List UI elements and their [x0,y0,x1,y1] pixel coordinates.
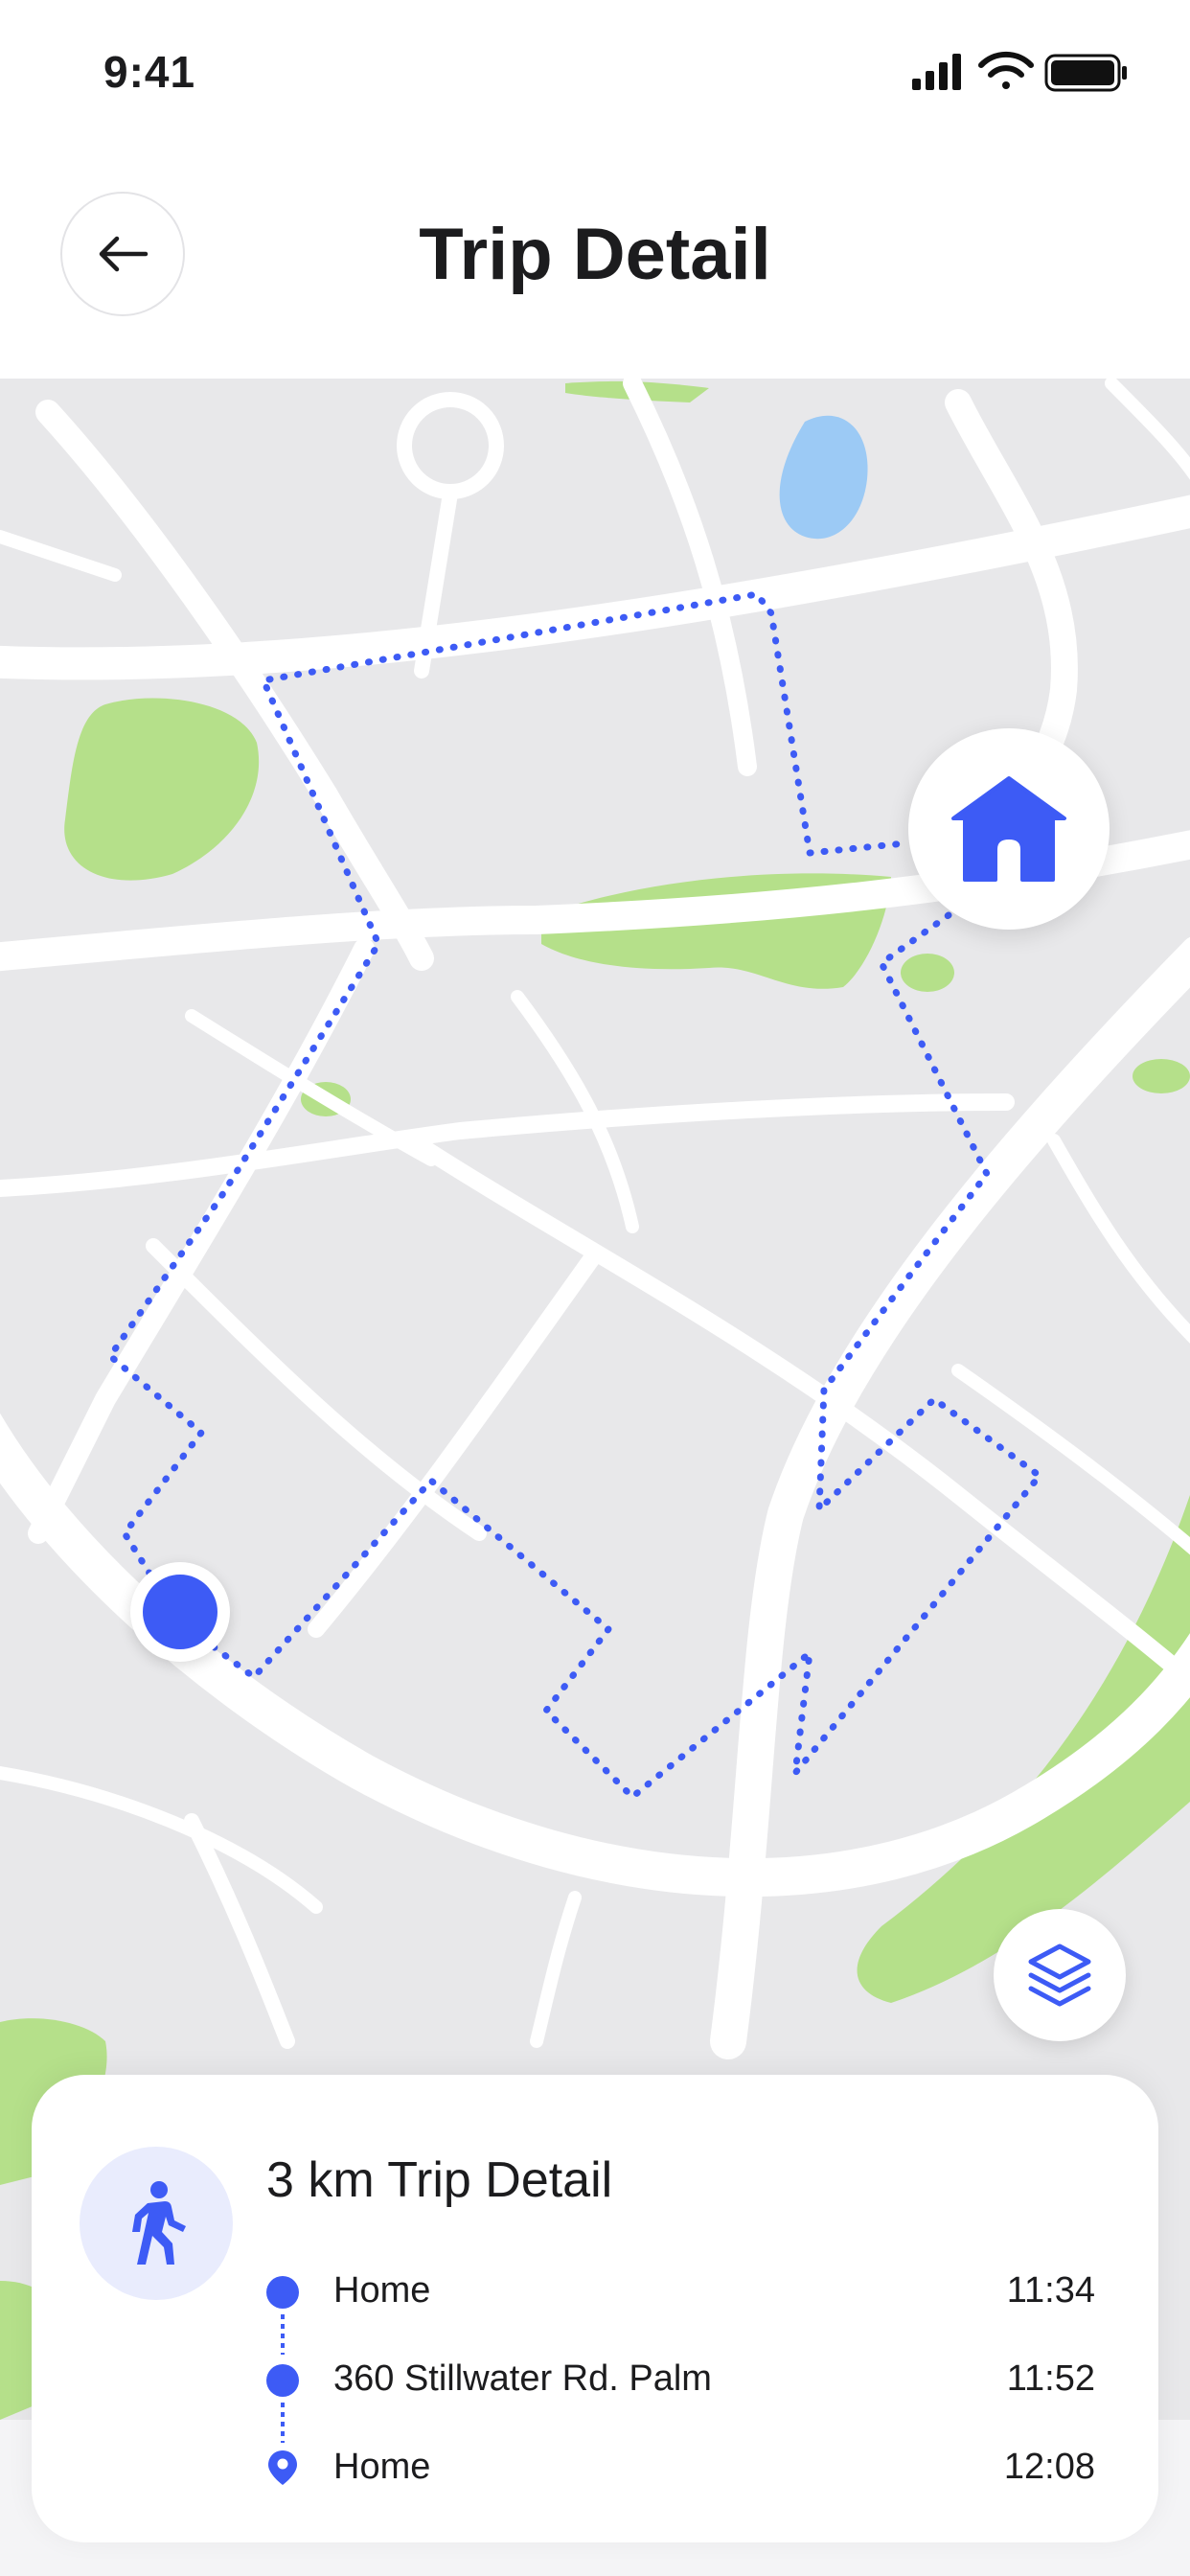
home-marker[interactable] [908,728,1110,930]
header: Trip Detail [0,144,1190,379]
location-pin-icon [268,2450,297,2485]
trip-stop[interactable]: Home 12:08 [32,2439,1158,2496]
map-roads [0,379,1190,2059]
stop-name: 360 Stillwater Rd. Palm [333,2358,712,2399]
home-icon [951,776,1066,882]
status-bar: 9:41 [0,0,1190,144]
user-location-icon [143,1575,217,1649]
map-layers-button[interactable] [994,1909,1126,2041]
page-title: Trip Detail [419,214,771,295]
wifi-icon [978,51,1034,89]
trip-detail-card: 3 km Trip Detail Home 11:34 360 Stillwat… [32,2075,1158,2542]
stop-dot-icon [266,2276,299,2309]
layers-icon [1028,1944,1091,2007]
user-location-marker [130,1562,230,1662]
route-connector [281,2403,285,2443]
status-icons [912,50,1142,98]
stop-time: 11:34 [1006,2270,1095,2311]
stop-dot-icon [266,2364,299,2397]
cellular-signal-icon [912,54,961,90]
trip-stop[interactable]: Home 11:34 [32,2263,1158,2320]
stop-time: 12:08 [1003,2447,1095,2487]
battery-icon [1044,54,1127,92]
stop-time: 11:52 [1006,2358,1095,2399]
stop-name: Home [333,2447,431,2487]
route-connector [281,2314,285,2355]
status-time: 9:41 [103,47,196,97]
stop-name: Home [333,2270,431,2311]
trip-stop[interactable]: 360 Stillwater Rd. Palm 11:52 [32,2351,1158,2408]
trip-title: 3 km Trip Detail [266,2152,613,2208]
walking-icon [132,2181,186,2265]
